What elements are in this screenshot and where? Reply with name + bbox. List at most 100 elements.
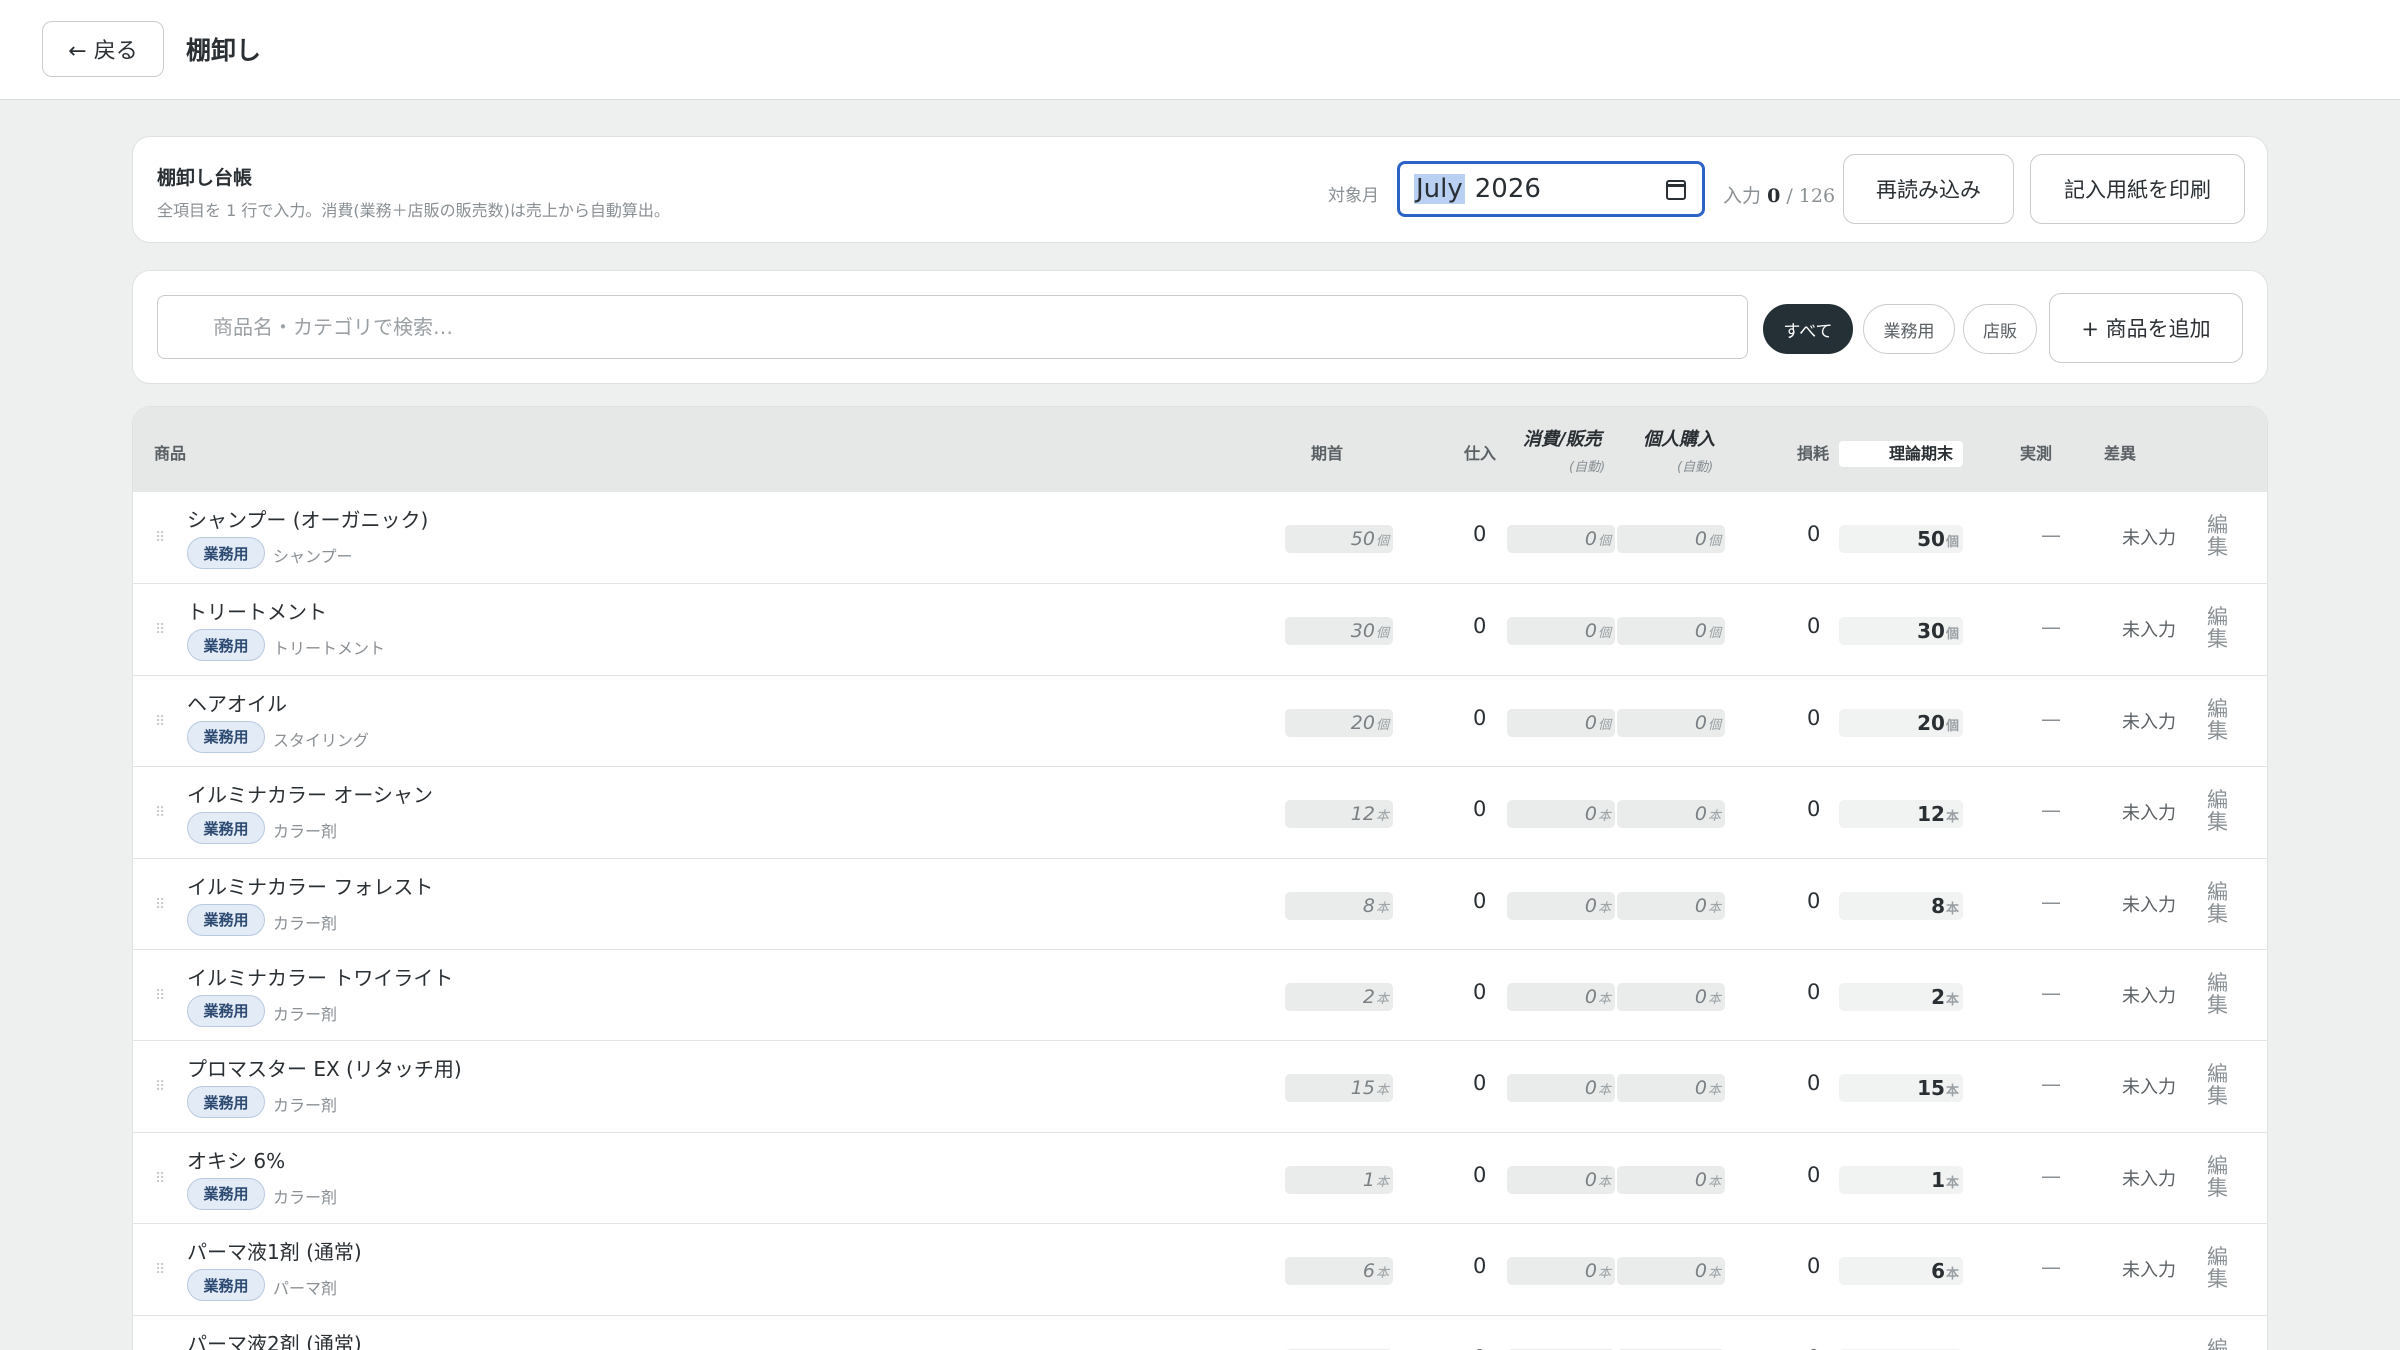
filter-chip-business[interactable]: 業務用 bbox=[1863, 304, 1955, 354]
actual-value[interactable]: — bbox=[2041, 707, 2061, 731]
drag-handle-icon[interactable]: ⠿ bbox=[155, 1079, 165, 1095]
opening-input[interactable]: 6本 bbox=[1285, 1257, 1393, 1286]
product-category: シャンプー bbox=[273, 547, 353, 566]
unit-label: 本 bbox=[1375, 1266, 1389, 1282]
loss-value: 0 bbox=[1807, 705, 1821, 730]
calendar-icon[interactable] bbox=[1666, 180, 1686, 200]
consumption-field: 0個 bbox=[1507, 617, 1615, 646]
consumption-field: 0本 bbox=[1507, 982, 1615, 1011]
reload-button[interactable]: 再読み込み bbox=[1843, 154, 2014, 224]
print-form-button[interactable]: 記入用紙を印刷 bbox=[2030, 154, 2245, 224]
product-type-badge: 業務用 bbox=[187, 1086, 265, 1119]
actual-value[interactable]: — bbox=[2041, 1072, 2061, 1096]
opening-input[interactable]: 8本 bbox=[1285, 891, 1393, 920]
unit-label: 本 bbox=[1945, 1084, 1959, 1100]
opening-input[interactable]: 30個 bbox=[1285, 617, 1393, 646]
personal-purchase-field: 0本 bbox=[1617, 1074, 1725, 1103]
edit-button[interactable]: 編集 bbox=[2207, 606, 2231, 650]
diff-status: 未入力 bbox=[2122, 1168, 2176, 1190]
actual-value[interactable]: — bbox=[2041, 1255, 2061, 1279]
opening-input[interactable]: 12本 bbox=[1285, 800, 1393, 829]
search-field[interactable] bbox=[157, 295, 1748, 359]
drag-handle-icon[interactable]: ⠿ bbox=[155, 805, 165, 821]
actual-value[interactable]: — bbox=[2041, 1164, 2061, 1188]
unit-label: 本 bbox=[1707, 1174, 1721, 1190]
inventory-table: 商品 期首 仕入 消費/販売 (自動) 個人購入 (自動) 損耗 理論期末 実測… bbox=[132, 406, 2268, 1350]
unit-label: 本 bbox=[1707, 991, 1721, 1007]
opening-input[interactable]: 20個 bbox=[1285, 708, 1393, 737]
drag-handle-icon[interactable]: ⠿ bbox=[155, 622, 165, 638]
drag-handle-icon[interactable]: ⠿ bbox=[155, 988, 165, 1004]
month-picker-input[interactable]: July 2026 bbox=[1397, 161, 1705, 217]
search-input[interactable] bbox=[158, 296, 1747, 358]
edit-button[interactable]: 編集 bbox=[2207, 698, 2231, 742]
unit-label: 本 bbox=[1597, 900, 1611, 916]
table-row: ⠿ パーマ液1剤 (通常) 業務用 パーマ剤 6本 0 0本 0本 0 6本 — 未入力 編集 bbox=[133, 1223, 2267, 1315]
edit-button[interactable]: 編集 bbox=[2207, 881, 2231, 925]
header-loss: 損耗 bbox=[1797, 444, 1830, 463]
product-type-badge: 業務用 bbox=[187, 629, 265, 662]
opening-input[interactable]: 1本 bbox=[1285, 1165, 1393, 1194]
unit-label: 個 bbox=[1597, 717, 1611, 733]
header-personal: 個人購入 bbox=[1643, 429, 1715, 450]
personal-purchase-field: 0本 bbox=[1617, 891, 1725, 920]
unit-label: 本 bbox=[1707, 809, 1721, 825]
personal-purchase-field: 0本 bbox=[1617, 800, 1725, 829]
month-label: 対象月 bbox=[1328, 186, 1379, 206]
drag-handle-icon[interactable]: ⠿ bbox=[155, 530, 165, 546]
edit-button[interactable]: 編集 bbox=[2207, 972, 2231, 1016]
opening-value: 12 bbox=[1350, 803, 1375, 826]
input-count-label: 入力 bbox=[1723, 185, 1762, 207]
product-type-badge: 業務用 bbox=[187, 720, 265, 753]
edit-button[interactable]: 編集 bbox=[2207, 789, 2231, 833]
edit-button[interactable]: 編集 bbox=[2207, 1063, 2231, 1107]
product-type-badge: 業務用 bbox=[187, 537, 265, 569]
opening-value: 2 bbox=[1362, 985, 1375, 1008]
unit-label: 本 bbox=[1597, 1083, 1611, 1099]
unit-label: 個 bbox=[1945, 535, 1959, 550]
filter-chip-retail[interactable]: 店販 bbox=[1963, 304, 2037, 354]
personal-purchase-field: 0本 bbox=[1617, 982, 1725, 1011]
edit-button[interactable]: 編集 bbox=[2207, 514, 2231, 558]
actual-value[interactable]: — bbox=[2041, 523, 2061, 547]
opening-value: 15 bbox=[1350, 1077, 1375, 1100]
drag-handle-icon[interactable]: ⠿ bbox=[155, 1262, 165, 1278]
add-product-button[interactable]: + 商品を追加 bbox=[2049, 293, 2243, 363]
month-selected-segment[interactable]: July bbox=[1414, 174, 1465, 204]
consumption-value: 0 bbox=[1584, 894, 1597, 917]
actual-value[interactable]: — bbox=[2041, 981, 2061, 1005]
edit-button[interactable]: 編集 bbox=[2207, 1155, 2231, 1199]
opening-input[interactable]: 2本 bbox=[1285, 982, 1393, 1011]
theory-end-field: 2本 bbox=[1839, 982, 1963, 1011]
drag-handle-icon[interactable]: ⠿ bbox=[155, 714, 165, 730]
input-count-total: / 126 bbox=[1786, 185, 1836, 207]
consumption-field: 0本 bbox=[1507, 1165, 1615, 1194]
opening-input[interactable]: 50個 bbox=[1285, 525, 1393, 553]
consumption-field: 0個 bbox=[1507, 708, 1615, 737]
back-button[interactable]: ← 戻る bbox=[42, 21, 164, 77]
table-row: ⠿ トリートメント 業務用 トリートメント 30個 0 0個 0個 0 30個 — 未入力 編集 bbox=[133, 583, 2267, 675]
theory-end-field: 6本 bbox=[1839, 1257, 1963, 1286]
filter-chip-all[interactable]: すべて bbox=[1763, 304, 1853, 354]
consumption-value: 0 bbox=[1584, 1260, 1597, 1283]
actual-value[interactable]: — bbox=[2041, 615, 2061, 639]
theory-end-field: 1本 bbox=[1839, 1165, 1963, 1194]
diff-status: 未入力 bbox=[2122, 985, 2176, 1007]
product-category: カラー剤 bbox=[273, 1004, 338, 1024]
edit-button[interactable]: 編集 bbox=[2207, 1338, 2231, 1350]
consumption-field: 0本 bbox=[1507, 1074, 1615, 1103]
drag-handle-icon[interactable]: ⠿ bbox=[155, 897, 165, 913]
actual-value[interactable]: — bbox=[2041, 1347, 2061, 1350]
actual-value[interactable]: — bbox=[2041, 798, 2061, 822]
actual-value[interactable]: — bbox=[2041, 890, 2061, 914]
ledger-subtitle: 全項目を 1 行で入力。消費(業務＋店販の販売数)は売上から自動算出。 bbox=[157, 201, 670, 220]
diff-status: 未入力 bbox=[2122, 528, 2176, 549]
opening-input[interactable]: 15本 bbox=[1285, 1074, 1393, 1103]
unit-label: 本 bbox=[1707, 1083, 1721, 1099]
edit-button[interactable]: 編集 bbox=[2207, 1246, 2231, 1290]
personal-purchase-value: 0 bbox=[1694, 1168, 1707, 1191]
product-name: オキシ 6% bbox=[187, 1148, 286, 1173]
loss-value: 0 bbox=[1807, 797, 1821, 822]
month-year-segment[interactable]: 2026 bbox=[1475, 174, 1541, 204]
drag-handle-icon[interactable]: ⠿ bbox=[155, 1171, 165, 1187]
